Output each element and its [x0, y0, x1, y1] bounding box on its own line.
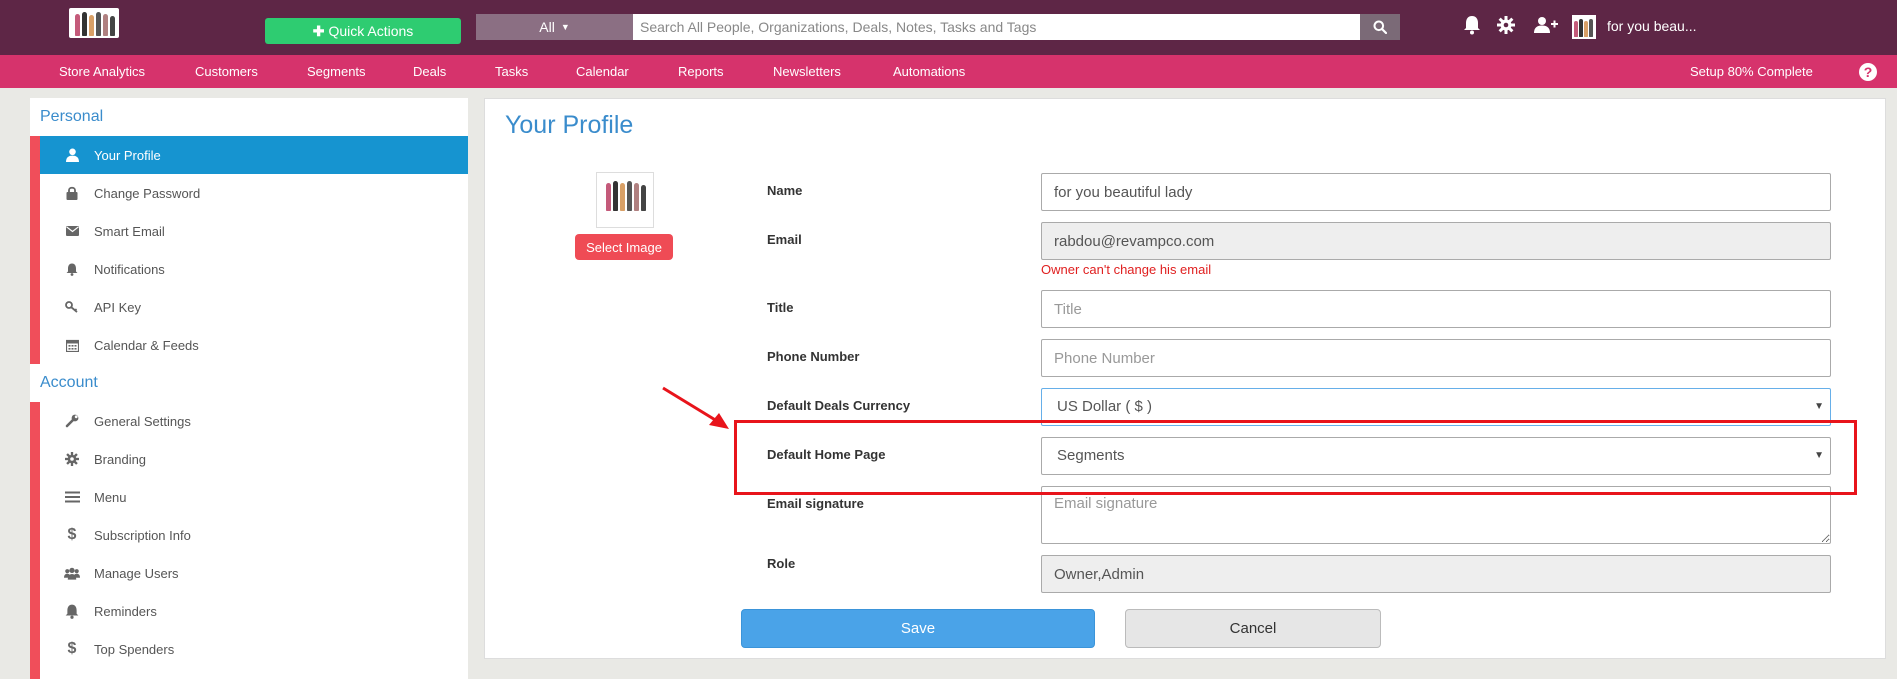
brand-logo[interactable]: [69, 8, 119, 38]
search-scope-label: All: [539, 19, 555, 35]
sidebar-item-api-key[interactable]: API Key: [40, 288, 468, 326]
page-title: Your Profile: [505, 111, 634, 139]
menu-icon: [64, 489, 80, 505]
envelope-icon: [64, 223, 80, 239]
default-currency-value: US Dollar ( $ ): [1057, 398, 1153, 415]
settings-sidebar: Personal Your Profile Change Password Sm…: [30, 98, 468, 679]
name-label: Name: [767, 183, 803, 198]
section-accent-bar: [30, 136, 40, 364]
nav-customers[interactable]: Customers: [195, 55, 258, 88]
gear-icon: [64, 451, 80, 467]
sidebar-item-label: Smart Email: [94, 223, 165, 239]
nav-tasks[interactable]: Tasks: [495, 55, 528, 88]
caret-down-icon: ▼: [560, 22, 570, 32]
title-field[interactable]: [1041, 290, 1831, 328]
sidebar-item-label: Notifications: [94, 261, 165, 277]
bell-icon: [64, 261, 80, 277]
dollar-icon: $: [67, 526, 77, 543]
sidebar-item-label: Your Profile: [94, 147, 161, 163]
main-nav: Store Analytics Customers Segments Deals…: [0, 55, 1897, 88]
lock-icon: [64, 185, 80, 201]
default-currency-label: Default Deals Currency: [767, 398, 911, 413]
save-button[interactable]: Save: [741, 609, 1095, 648]
plus-icon: ✚: [312, 23, 325, 39]
top-bar: ✚Quick Actions All ▼ for you beau...: [0, 0, 1897, 55]
sidebar-item-label: Change Password: [94, 185, 201, 201]
bell-icon: [64, 603, 80, 619]
key-icon: [64, 299, 80, 315]
role-field[interactable]: [1041, 555, 1831, 593]
sidebar-item-label: Manage Users: [94, 565, 179, 581]
search-icon: [1373, 20, 1387, 34]
nav-deals[interactable]: Deals: [413, 55, 446, 88]
profile-avatar: [596, 172, 654, 228]
cancel-button[interactable]: Cancel: [1125, 609, 1381, 648]
sidebar-item-label: Menu: [94, 489, 127, 505]
nav-store-analytics[interactable]: Store Analytics: [59, 55, 145, 88]
sidebar-item-label: Calendar & Feeds: [94, 337, 199, 353]
phone-number-label: Phone Number: [767, 349, 860, 364]
sidebar-item-smart-email[interactable]: Smart Email: [40, 212, 468, 250]
sidebar-item-label: General Settings: [94, 413, 191, 429]
search-scope-dropdown[interactable]: All ▼: [476, 14, 633, 40]
nav-segments[interactable]: Segments: [307, 55, 366, 88]
section-title-personal: Personal: [40, 108, 104, 125]
role-label: Role: [767, 556, 796, 571]
email-label: Email: [767, 232, 802, 247]
sidebar-item-manage-users[interactable]: Manage Users: [40, 554, 468, 592]
user-name[interactable]: for you beau...: [1607, 18, 1697, 34]
name-field[interactable]: [1041, 173, 1831, 211]
title-label: Title: [767, 300, 794, 315]
calendar-icon: [64, 337, 80, 353]
wrench-icon: [64, 413, 80, 429]
notifications-bell-icon[interactable]: [1461, 14, 1483, 36]
sidebar-item-label: Branding: [94, 451, 147, 467]
nav-automations[interactable]: Automations: [893, 55, 965, 88]
help-icon[interactable]: ?: [1859, 63, 1877, 81]
quick-actions-button[interactable]: ✚ Quick Actions: [265, 18, 461, 44]
sidebar-item-label: Reminders: [94, 603, 157, 619]
section-title-account: Account: [40, 374, 98, 391]
sidebar-item-notifications[interactable]: Notifications: [40, 250, 468, 288]
setup-progress-link[interactable]: Setup 80% Complete: [1690, 55, 1813, 88]
annotation-highlight-box: [734, 420, 1857, 495]
sidebar-item-label: API Key: [94, 299, 141, 315]
email-field[interactable]: [1041, 222, 1831, 260]
user-icon: [64, 147, 80, 163]
select-image-button[interactable]: Select Image: [575, 234, 673, 260]
sidebar-item-change-password[interactable]: Change Password: [40, 174, 468, 212]
email-readonly-note: Owner can't change his email: [1041, 262, 1212, 277]
sidebar-item-label: Top Spenders: [94, 641, 175, 657]
annotation-arrow-icon: [662, 386, 729, 429]
profile-panel: Your Profile Select Image Name Email Own…: [484, 98, 1886, 659]
nav-newsletters[interactable]: Newsletters: [773, 55, 841, 88]
search-button[interactable]: [1360, 14, 1400, 40]
dollar-icon: $: [67, 640, 77, 657]
nav-reports[interactable]: Reports: [678, 55, 724, 88]
phone-number-field[interactable]: [1041, 339, 1831, 377]
sidebar-item-label: Subscription Info: [94, 527, 191, 543]
global-search: All ▼: [476, 14, 1400, 40]
sidebar-item-menu[interactable]: Menu: [40, 478, 468, 516]
nav-calendar[interactable]: Calendar: [576, 55, 629, 88]
email-signature-label: Email signature: [767, 496, 864, 511]
add-user-icon[interactable]: [1533, 14, 1559, 36]
sidebar-item-top-spenders[interactable]: $ Top Spenders: [40, 630, 468, 668]
user-avatar[interactable]: [1572, 15, 1596, 39]
sidebar-item-subscription-info[interactable]: $ Subscription Info: [40, 516, 468, 554]
sidebar-item-your-profile[interactable]: Your Profile: [40, 136, 468, 174]
sidebar-item-general-settings[interactable]: General Settings: [40, 402, 468, 440]
search-input[interactable]: [633, 14, 1360, 40]
settings-gear-icon[interactable]: [1495, 14, 1517, 36]
users-icon: [64, 565, 80, 581]
quick-actions-label: Quick Actions: [328, 23, 414, 39]
sidebar-item-branding[interactable]: Branding: [40, 440, 468, 478]
sidebar-item-calendar-feeds[interactable]: Calendar & Feeds: [40, 326, 468, 364]
section-accent-bar: [30, 402, 40, 679]
sidebar-item-reminders[interactable]: Reminders: [40, 592, 468, 630]
